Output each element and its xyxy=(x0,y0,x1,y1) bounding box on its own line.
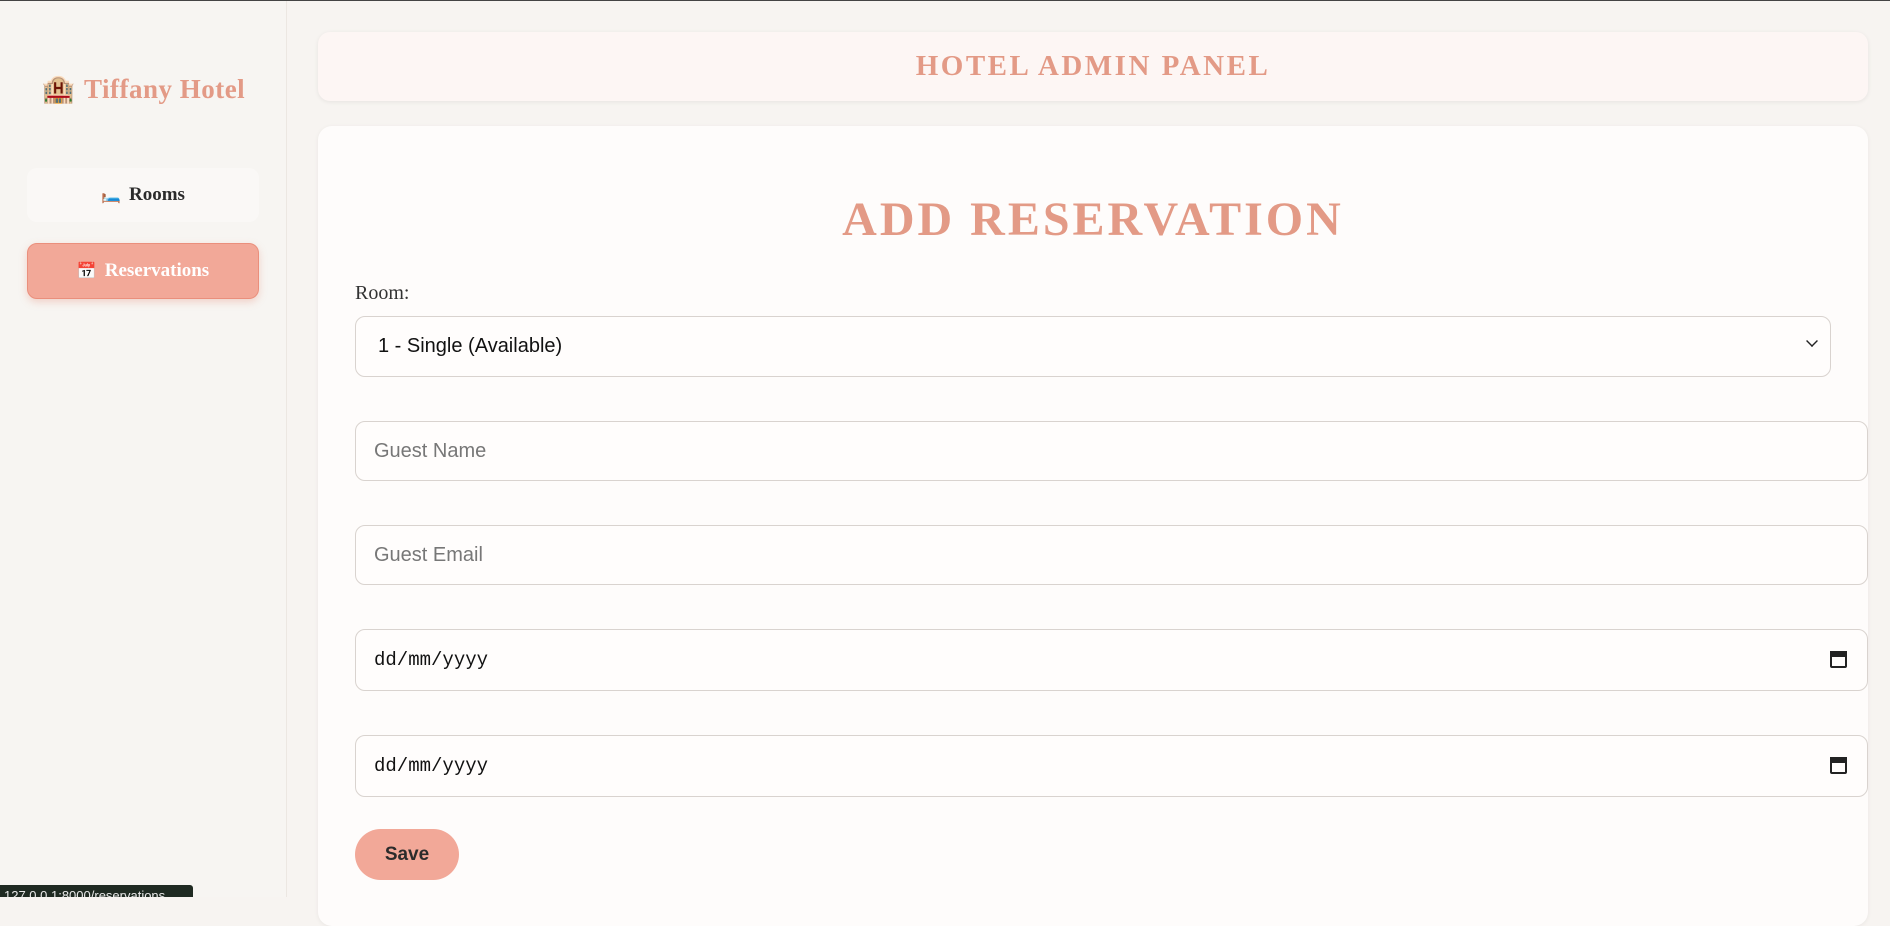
guest-name-placeholder: Guest Name xyxy=(374,439,487,462)
calendar-icon[interactable] xyxy=(1830,757,1847,774)
bed-icon: 🛏️ xyxy=(101,187,121,204)
calendar-icon[interactable] xyxy=(1830,651,1847,668)
brand-title: Tiffany Hotel xyxy=(83,74,246,104)
check-in-date-input[interactable]: dd/mm/yyyy xyxy=(355,629,1868,691)
chevron-down-icon xyxy=(1806,335,1818,347)
room-label: Room: xyxy=(355,282,410,304)
guest-email-placeholder: Guest Email xyxy=(374,543,483,566)
calendar-icon: 📅 xyxy=(76,263,97,280)
header-title: HOTEL ADMIN PANEL xyxy=(915,50,1271,82)
form-title: ADD RESERVATION xyxy=(842,193,1344,246)
sidebar-item-label: Rooms xyxy=(128,184,185,205)
guest-name-input[interactable]: Guest Name xyxy=(355,421,1868,481)
sidebar-item-rooms[interactable]: 🛏️ Rooms xyxy=(27,168,259,222)
check-out-date-input[interactable]: dd/mm/yyyy xyxy=(355,735,1868,797)
sidebar: 🏨 Tiffany Hotel 🛏️ Rooms 📅 Reservations xyxy=(0,1,287,897)
guest-email-input[interactable]: Guest Email xyxy=(355,525,1868,585)
check-in-placeholder: dd/mm/yyyy xyxy=(374,649,489,671)
room-select[interactable]: 1 - Single (Available) xyxy=(355,316,1831,377)
reservation-form-card: ADD RESERVATION Room: 1 - Single (Availa… xyxy=(318,126,1868,926)
page-header: HOTEL ADMIN PANEL xyxy=(318,32,1868,101)
sidebar-item-label: Reservations xyxy=(104,260,210,281)
sidebar-item-reservations[interactable]: 📅 Reservations xyxy=(27,243,259,299)
check-out-placeholder: dd/mm/yyyy xyxy=(374,755,489,777)
status-bar-url: 127.0.0.1:8000/reservations xyxy=(0,885,193,897)
save-button[interactable]: Save xyxy=(355,829,459,880)
hotel-icon: 🏨 xyxy=(41,74,76,104)
room-select-value: 1 - Single (Available) xyxy=(378,335,563,357)
brand: 🏨 Tiffany Hotel xyxy=(0,73,287,105)
